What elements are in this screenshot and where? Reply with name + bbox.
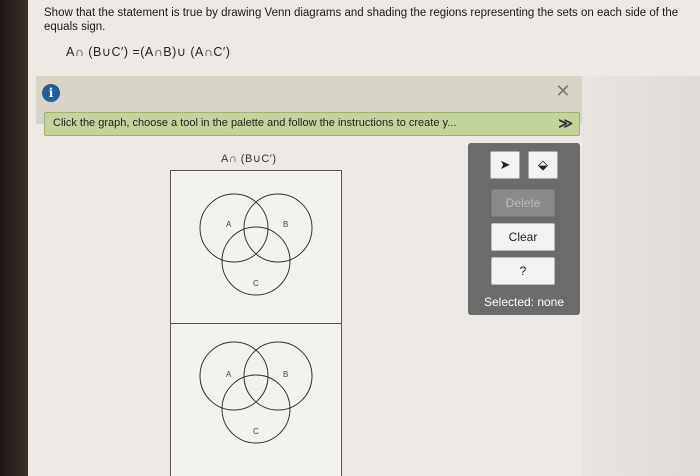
equation: A∩ (B∪C′) =(A∩B)∪ (A∩C′) xyxy=(66,45,231,59)
label-c: C xyxy=(253,279,259,288)
question-text: Show that the statement is true by drawi… xyxy=(44,7,679,33)
instruction-bar[interactable]: Click the graph, choose a tool in the pa… xyxy=(44,112,580,136)
monitor-bezel xyxy=(0,0,28,476)
circle-a[interactable] xyxy=(199,193,269,263)
close-icon[interactable]: ✕ xyxy=(554,82,572,100)
clear-button[interactable]: Clear xyxy=(491,223,555,251)
instruction-text: Click the graph, choose a tool in the pa… xyxy=(53,117,457,129)
circle-b[interactable] xyxy=(243,341,313,411)
label-a: A xyxy=(226,370,232,379)
tool-palette: ➤ ⬙ Delete Clear ? Selected: none xyxy=(468,143,580,315)
screen-glare xyxy=(582,76,700,476)
circle-b[interactable] xyxy=(243,193,313,263)
graph-title: A∩ (B∪C′) xyxy=(221,153,277,165)
label-a: A xyxy=(226,220,232,229)
label-b: B xyxy=(283,370,288,379)
selected-status: Selected: none xyxy=(483,295,565,309)
help-button[interactable]: ? xyxy=(491,257,555,285)
paint-bucket-icon[interactable]: ⬙ xyxy=(528,151,558,179)
expand-chevron-icon[interactable]: ≫ xyxy=(558,115,573,132)
graph-area[interactable]: A B C A B C xyxy=(170,170,342,476)
screen: Show that the statement is true by drawi… xyxy=(28,0,700,476)
arrow-pointer-icon[interactable]: ➤ xyxy=(490,151,520,179)
venn-diagram-bottom[interactable]: A B C xyxy=(171,324,341,474)
delete-button[interactable]: Delete xyxy=(491,189,555,217)
circle-a[interactable] xyxy=(199,341,269,411)
label-b: B xyxy=(283,220,288,229)
label-c: C xyxy=(253,427,259,436)
info-icon[interactable]: i xyxy=(42,84,60,102)
venn-diagram-top[interactable]: A B C xyxy=(171,171,341,321)
